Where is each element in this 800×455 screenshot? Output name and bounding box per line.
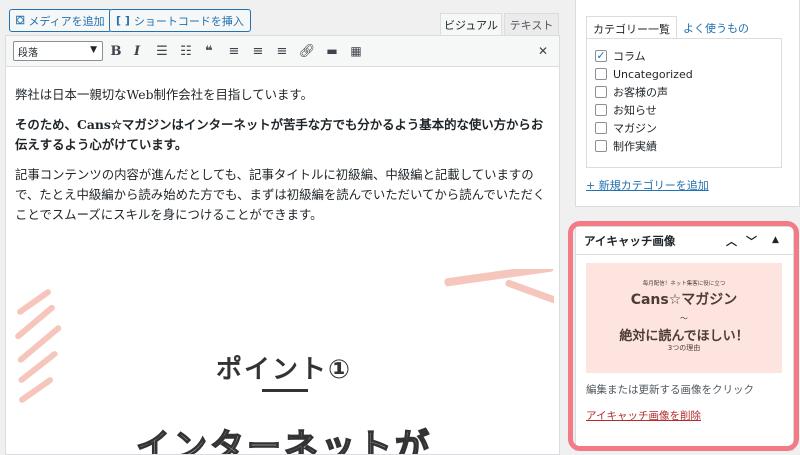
align-right-icon[interactable]: ≡ — [272, 41, 292, 61]
align-center-icon[interactable]: ≡ — [248, 41, 268, 61]
category-tabs: カテゴリー一覧 よく使うもの — [586, 16, 755, 38]
category-checkbox[interactable] — [595, 68, 607, 80]
category-item[interactable]: お知らせ — [595, 101, 773, 119]
category-checkbox[interactable] — [595, 104, 607, 116]
inline-image[interactable]: ポイント① インターネットが — [14, 269, 554, 455]
shortcode-icon: [ ] — [116, 14, 130, 27]
tab-text[interactable]: テキスト — [504, 13, 559, 36]
category-label: お客様の声 — [613, 86, 668, 99]
category-checkbox[interactable]: ✓ — [595, 50, 607, 62]
numbered-list-icon[interactable]: ☷ — [176, 41, 196, 61]
add-media-label: メディアを追加 — [28, 14, 105, 28]
tab-all-categories[interactable]: カテゴリー一覧 — [586, 16, 677, 38]
chevron-down-icon: ▼ — [90, 45, 97, 55]
blockquote-icon[interactable]: ❝ — [199, 41, 219, 61]
category-label: 制作実績 — [613, 140, 657, 153]
post-editor[interactable]: 段落 ▼ B I ☰ ☷ ❝ ≡ ≡ ≡ 🔗︎ ▬ ▦ ✕ 弊社は日本一親切なW… — [5, 35, 560, 455]
highlight-outline — [568, 221, 799, 451]
category-label: マガジン — [613, 122, 657, 135]
category-label: Uncategorized — [613, 67, 693, 81]
category-label: お知らせ — [613, 104, 657, 117]
fullscreen-icon[interactable]: ✕ — [533, 41, 553, 61]
category-item[interactable]: お客様の声 — [595, 83, 773, 101]
tab-popular-categories[interactable]: よく使うもの — [677, 16, 755, 38]
category-list: ✓ コラム Uncategorized お客様の声 お知らせ マガジン 制作実績 — [586, 38, 782, 168]
add-new-category-link[interactable]: + 新規カテゴリーを追加 — [586, 177, 709, 193]
shortcode-label: ショートコードを挿入 — [133, 14, 244, 28]
category-panel: カテゴリー一覧 よく使うもの ✓ コラム Uncategorized お客様の声… — [575, 0, 800, 207]
italic-icon[interactable]: I — [127, 41, 147, 61]
editor-content[interactable]: 弊社は日本一親切なWeb制作会社を目指しています。 そのため、Cans☆マガジン… — [6, 67, 559, 225]
tab-visual[interactable]: ビジュアル — [440, 13, 502, 36]
tab-text-label: テキスト — [509, 18, 554, 32]
link-icon[interactable]: 🔗︎ — [297, 41, 317, 61]
toolbar-toggle-icon[interactable]: ▦ — [346, 41, 366, 61]
editor-toolbar: 段落 ▼ B I ☰ ☷ ❝ ≡ ≡ ≡ 🔗︎ ▬ ▦ ✕ — [6, 36, 559, 67]
category-checkbox[interactable] — [595, 140, 607, 152]
add-media-button[interactable]: ⛋ メディアを追加 — [9, 9, 112, 32]
media-icon: ⛋ — [16, 13, 25, 27]
read-more-icon[interactable]: ▬ — [322, 41, 342, 61]
bulleted-list-icon[interactable]: ☰ — [152, 41, 172, 61]
category-item[interactable]: Uncategorized — [595, 65, 773, 83]
format-select[interactable]: 段落 ▼ — [13, 41, 103, 61]
category-item[interactable]: マガジン — [595, 119, 773, 137]
format-select-value: 段落 — [18, 47, 38, 59]
paragraph-2: そのため、Cans☆マガジンはインターネットが苦手な方でも分かるよう基本的な使い… — [15, 117, 544, 152]
category-checkbox[interactable] — [595, 122, 607, 134]
paragraph-1: 弊社は日本一親切なWeb制作会社を目指しています。 — [15, 87, 313, 102]
bold-icon[interactable]: B — [106, 41, 126, 61]
category-label: コラム — [613, 50, 646, 63]
brush-stroke-decoration — [504, 278, 554, 307]
category-item[interactable]: 制作実績 — [595, 137, 773, 155]
align-left-icon[interactable]: ≡ — [224, 41, 244, 61]
image-headline: インターネットが — [135, 426, 432, 455]
brush-stroke-decoration — [443, 269, 554, 287]
insert-shortcode-button[interactable]: [ ] ショートコードを挿入 — [109, 9, 251, 32]
paragraph-3: 記事コンテンツの内容が進んだとしても、記事タイトルに初級編、中級編と記載していま… — [15, 167, 546, 222]
tab-visual-label: ビジュアル — [444, 18, 498, 32]
category-item[interactable]: ✓ コラム — [595, 47, 773, 65]
category-checkbox[interactable] — [595, 86, 607, 98]
image-point-title: ポイント① — [215, 355, 352, 385]
image-divider — [262, 389, 308, 392]
